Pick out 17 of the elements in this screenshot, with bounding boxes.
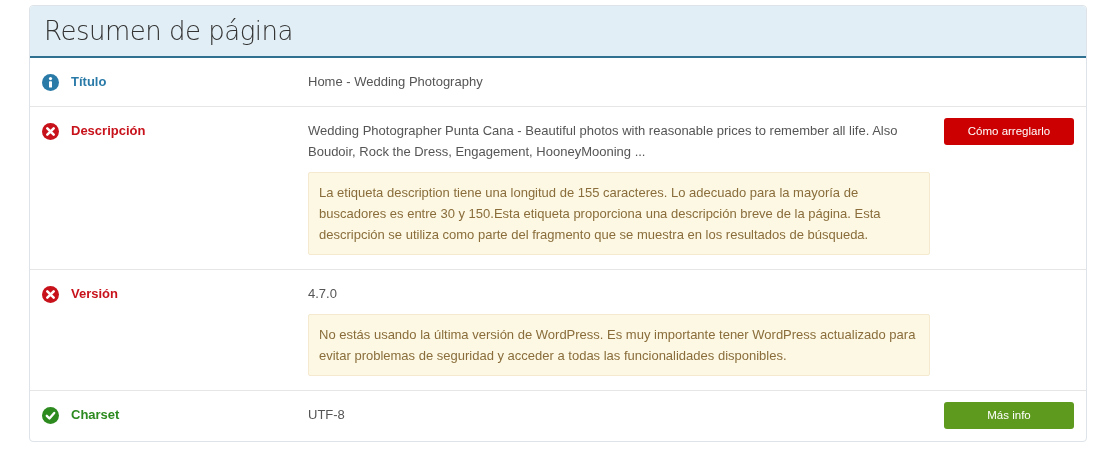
row-value: 4.7.0 xyxy=(308,285,338,303)
warning-notice: La etiqueta description tiene una longitud de 155 caracteres. Lo adecuado para la mayoría de buscadores es entre 30 y 150.Esta etiqueta proporciona una descripción breve de la página. Esta descripción se utiliza como parte del fragmento que se muestra en los resultados de búsqueda. xyxy=(308,172,930,255)
action-button[interactable]: Más info xyxy=(944,402,1074,430)
row-label: Título xyxy=(71,73,107,92)
error-icon xyxy=(42,122,59,140)
row-value: Home - Wedding Photography xyxy=(308,73,484,91)
panel-title: Resumen de página xyxy=(44,14,293,48)
warning-notice: No estás usando la última versión de WordPress. Es muy importante tener WordPress actualizado para evitar problemas de seguridad y acceder a todas las funcionalidades disponibles. xyxy=(308,314,930,376)
error-icon xyxy=(42,285,59,303)
row-label: Descripción xyxy=(71,122,146,141)
check-icon xyxy=(42,406,59,424)
info-icon xyxy=(42,73,59,91)
action-button[interactable]: Cómo arreglarlo xyxy=(944,118,1074,146)
row-label: Charset xyxy=(71,406,120,425)
row-value: Wedding Photographer Punta Cana - Beautiful photos with reasonable prices to remember all life. Also Boudoir, Rock the Dress, Engagement, HooneyMooning ... xyxy=(308,122,899,161)
row-label: Versión xyxy=(71,285,118,304)
row-value: UTF-8 xyxy=(308,406,346,424)
